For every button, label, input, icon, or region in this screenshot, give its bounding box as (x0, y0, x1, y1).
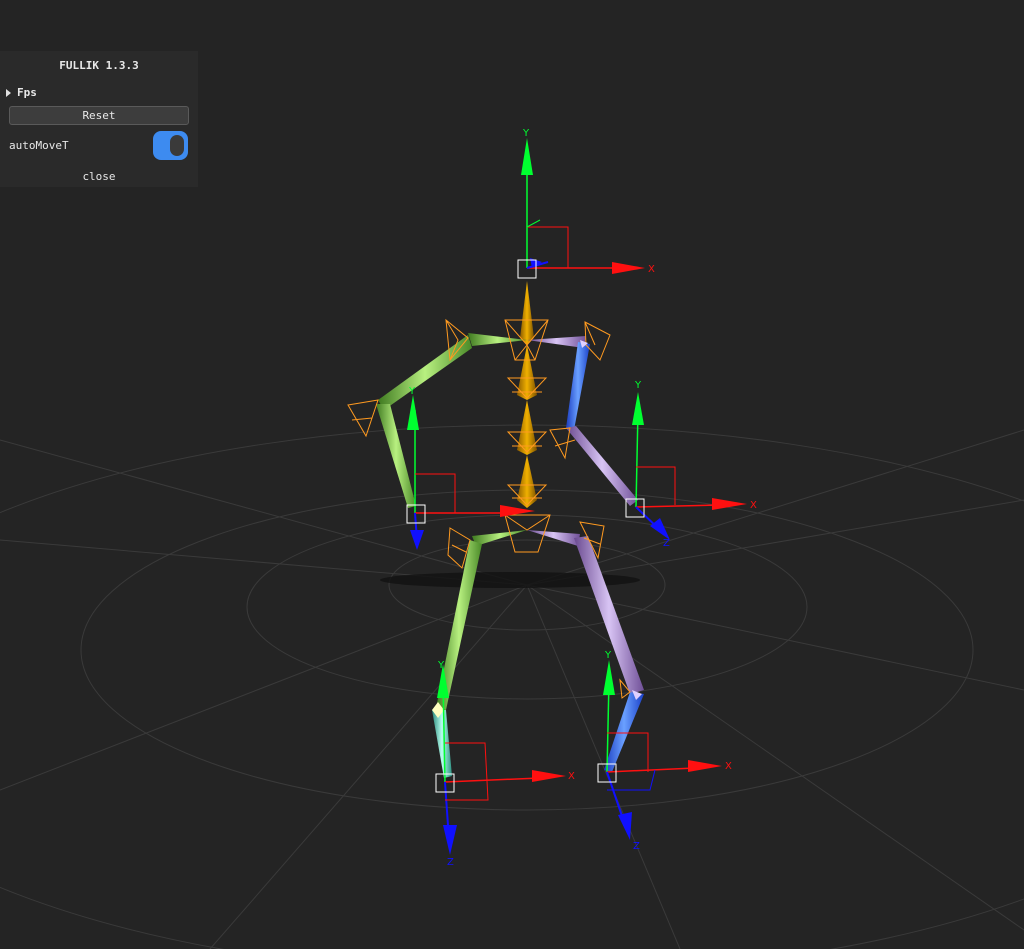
gizmo-left-hand-target[interactable]: Y (406, 386, 535, 550)
gizmo-head-target[interactable]: Y X (517, 128, 655, 279)
bone-right-hip (527, 530, 580, 546)
axis-label-y: Y (604, 650, 612, 661)
axis-label-x: X (648, 264, 655, 275)
bone-spine-lower (517, 455, 537, 508)
bone-right-shin (604, 692, 644, 772)
bone-left-shin (432, 710, 452, 778)
joint-limit-cones (347, 318, 631, 699)
fps-folder[interactable]: Fps (6, 86, 37, 99)
bone-right-forearm (566, 426, 638, 506)
bone-right-clavicle (527, 336, 586, 348)
axis-label-y: Y (408, 386, 416, 397)
panel-title: FULLIK 1.3.3 (59, 59, 139, 72)
expand-triangle-icon (6, 88, 11, 97)
close-panel-button[interactable]: close (0, 170, 198, 183)
bone-spine-mid (517, 400, 537, 455)
toggle-knob (170, 135, 184, 156)
auto-move-toggle[interactable] (153, 131, 188, 160)
axis-label-x: X (725, 761, 732, 772)
axis-label-z: Z (663, 538, 670, 549)
bone-right-upper-arm (566, 342, 590, 430)
bone-neck (520, 281, 534, 345)
axis-label-y: Y (634, 380, 642, 391)
control-panel: FULLIK 1.3.3 Fps Reset autoMoveT close (0, 51, 198, 187)
auto-move-label: autoMoveT (9, 139, 69, 152)
gizmo-left-foot-target[interactable]: Y X Z (435, 660, 575, 868)
axis-label-x: X (568, 771, 575, 782)
axis-label-y: Y (522, 128, 530, 139)
ground-grid (0, 424, 1024, 949)
fps-label: Fps (17, 86, 37, 99)
axis-label-z: Z (633, 841, 640, 852)
axis-label-y: Y (437, 660, 445, 671)
axis-label-x: X (750, 500, 757, 511)
joint-markers (432, 340, 642, 718)
bone-left-upper-arm (378, 335, 472, 410)
reset-button[interactable]: Reset (9, 106, 189, 125)
axis-label-z: Z (447, 857, 454, 868)
